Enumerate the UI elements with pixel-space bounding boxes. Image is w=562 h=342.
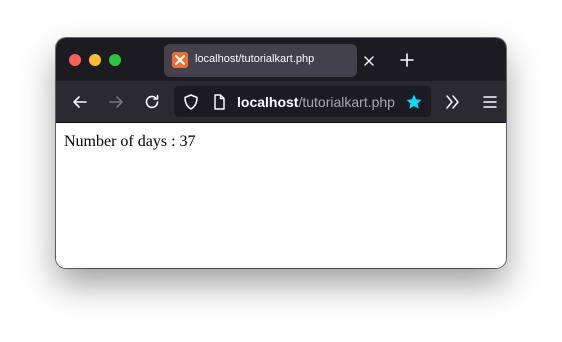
- back-arrow-icon[interactable]: [71, 93, 89, 111]
- reload-icon[interactable]: [143, 93, 161, 111]
- overflow-chevrons-icon[interactable]: [444, 93, 462, 111]
- days-count-text: Number of days : 37: [64, 133, 196, 150]
- minimize-window-button[interactable]: [89, 54, 101, 66]
- forward-arrow-icon[interactable]: [107, 93, 125, 111]
- page-content: Number of days : 37: [56, 123, 506, 268]
- url-text[interactable]: localhost/tutorialkart.php: [237, 94, 395, 110]
- title-bar: localhost/tutorialkart.php: [56, 38, 506, 81]
- menu-icon[interactable]: [481, 93, 499, 111]
- zoom-window-button[interactable]: [109, 54, 121, 66]
- tab-title: localhost/tutorialkart.php: [195, 53, 315, 65]
- browser-window: localhost/tutorialkart.php localhost/tut…: [56, 38, 506, 268]
- xampp-icon: [172, 52, 188, 68]
- navigation-toolbar: localhost/tutorialkart.php: [56, 81, 506, 123]
- new-tab-icon[interactable]: [399, 52, 415, 68]
- close-window-button[interactable]: [69, 54, 81, 66]
- tab-active[interactable]: localhost/tutorialkart.php: [164, 44, 357, 77]
- url-path: /tutorialkart.php: [298, 94, 395, 110]
- page-icon: [210, 93, 228, 111]
- address-bar[interactable]: localhost/tutorialkart.php: [174, 86, 431, 117]
- shield-icon[interactable]: [182, 93, 200, 111]
- url-host: localhost: [237, 94, 299, 110]
- close-tab-icon[interactable]: [363, 54, 377, 68]
- star-icon[interactable]: [405, 93, 423, 111]
